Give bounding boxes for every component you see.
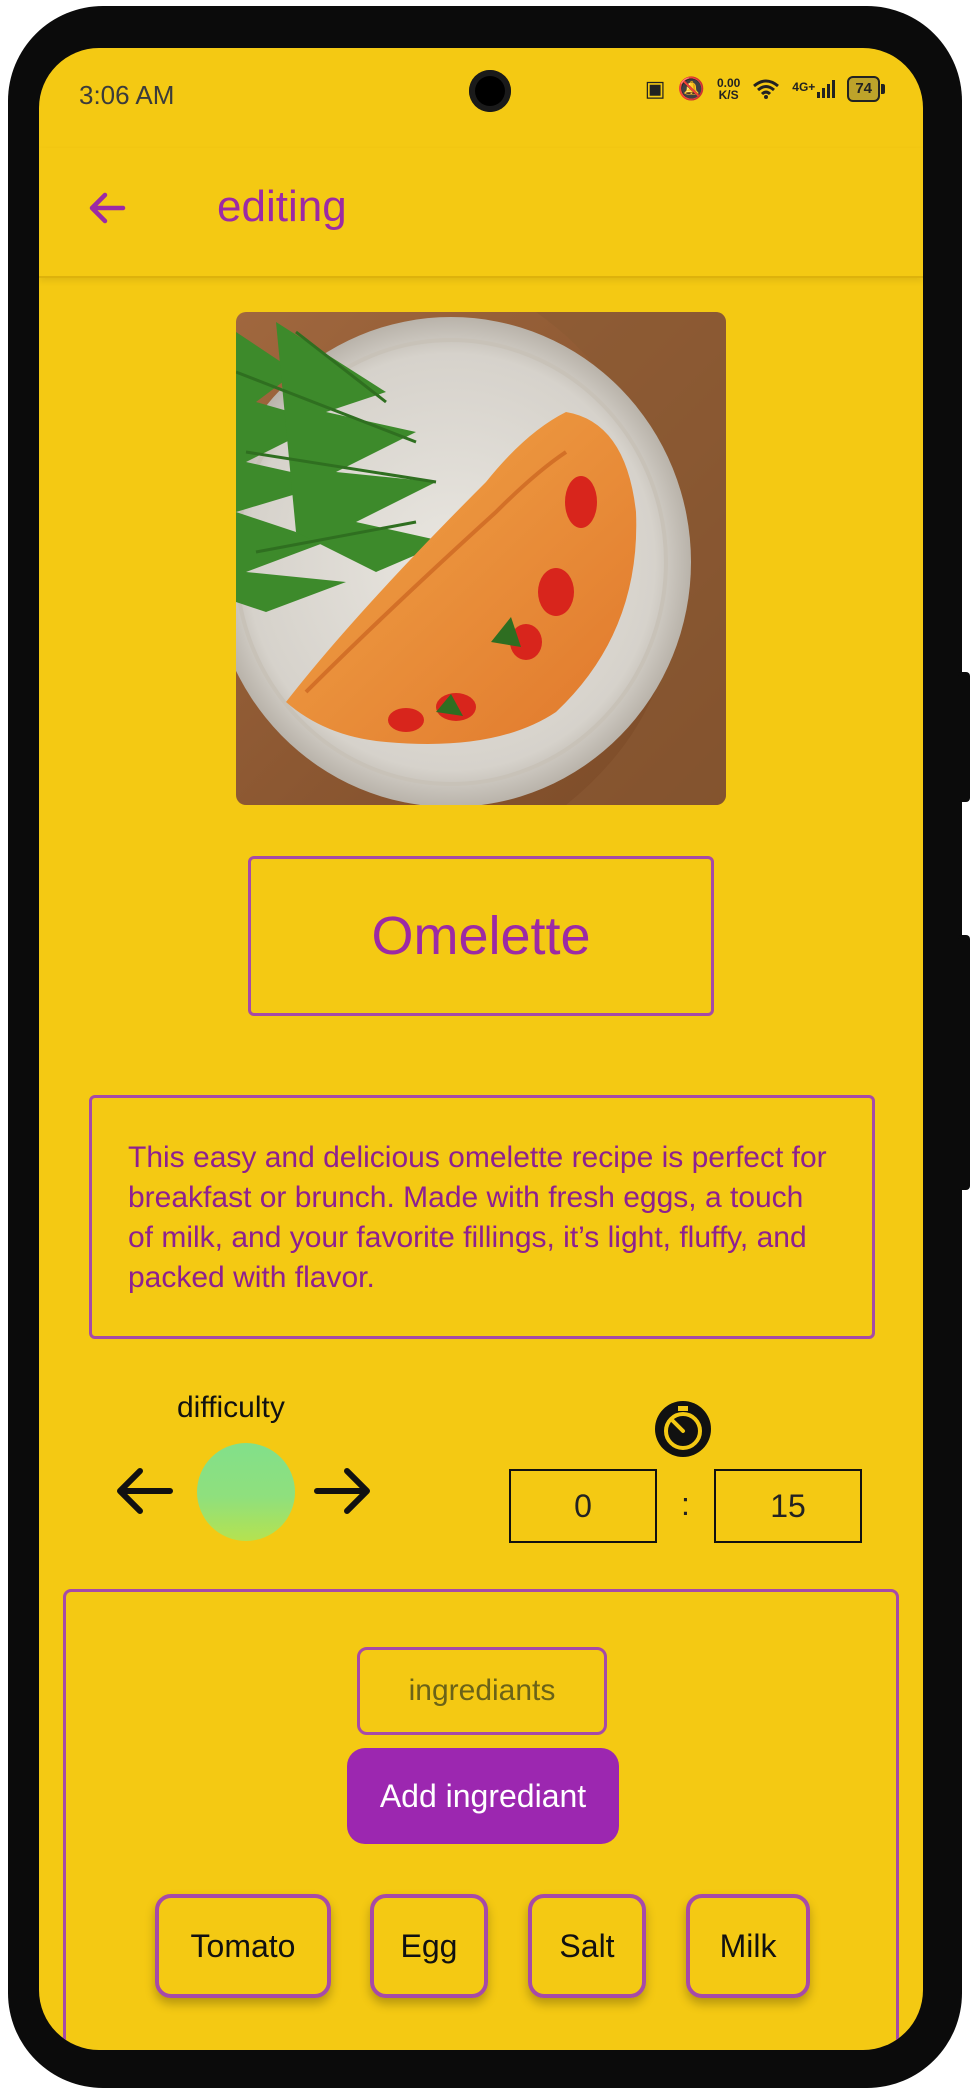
page-title: editing (217, 182, 347, 231)
wifi-icon (753, 79, 780, 99)
app-bar: editing (39, 148, 923, 278)
add-ingredient-button[interactable]: Add ingrediant (347, 1748, 619, 1844)
power-button (958, 935, 970, 1190)
back-arrow-icon[interactable] (83, 184, 131, 232)
status-time: 3:06 AM (79, 80, 175, 110)
recipe-name-field[interactable]: Omelette (248, 856, 714, 1016)
difficulty-label: difficulty (177, 1391, 285, 1424)
difficulty-increase-arrow-icon[interactable] (309, 1458, 375, 1524)
difficulty-indicator (197, 1443, 295, 1541)
status-icons: ▣ 🔕 0.00 K/S 4G+ 74 (645, 76, 885, 102)
ingredient-chip-milk[interactable]: Milk (686, 1894, 810, 1998)
battery-icon: 74 (847, 76, 885, 102)
recipe-description-field[interactable]: This easy and delicious omelette recipe … (89, 1095, 875, 1339)
difficulty-decrease-arrow-icon[interactable] (112, 1458, 178, 1524)
front-camera (469, 70, 511, 112)
mute-icon: 🔕 (677, 76, 705, 101)
timer-separator: : (681, 1486, 690, 1522)
app-screen: 3:06 AM ▣ 🔕 0.00 K/S 4G+ 74 editing Omel… (39, 48, 923, 2050)
net-speed: 0.00 K/S (716, 76, 741, 102)
ingredient-chip-salt[interactable]: Salt (528, 1894, 646, 1998)
ingredient-chip-egg[interactable]: Egg (370, 1894, 488, 1998)
signal-icon: 4G+ (792, 80, 836, 98)
volume-button (958, 672, 970, 802)
timer-minutes-field[interactable]: 15 (714, 1469, 862, 1543)
ingredient-chip-tomato[interactable]: Tomato (155, 1894, 331, 1998)
timer-hours-field[interactable]: 0 (509, 1469, 657, 1543)
ingredient-input[interactable]: ingrediants (357, 1647, 607, 1735)
timer-icon (655, 1401, 711, 1457)
nfc-icon: ▣ (644, 76, 666, 101)
recipe-photo[interactable] (236, 312, 726, 805)
